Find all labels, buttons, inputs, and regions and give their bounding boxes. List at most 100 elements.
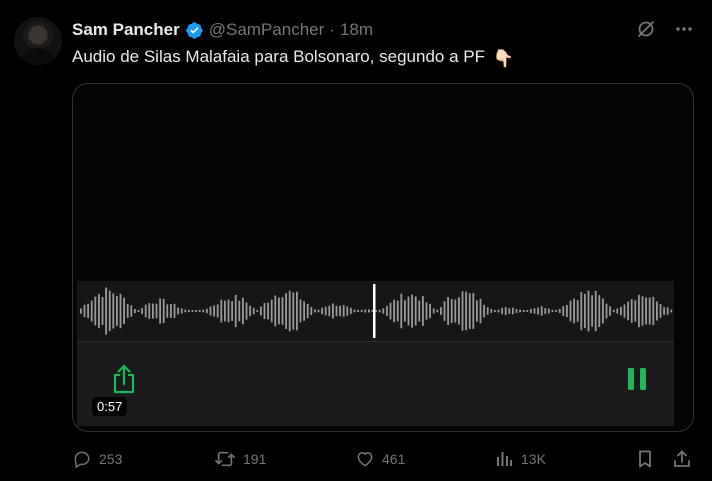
waveform-bar <box>252 307 255 315</box>
waveform-bar <box>605 303 608 319</box>
waveform-bar <box>659 304 662 318</box>
waveform-bar <box>425 302 428 320</box>
waveform-bar <box>566 304 568 318</box>
waveform-bar <box>638 294 640 328</box>
more-icon[interactable] <box>674 19 694 39</box>
waveform-bar <box>620 306 622 316</box>
waveform-bar <box>281 297 284 325</box>
waveform-bar <box>497 309 500 313</box>
waveform-bar <box>80 308 82 314</box>
share-tweet-button[interactable] <box>672 449 692 469</box>
waveform-bar <box>634 300 637 322</box>
waveform-bar <box>382 308 385 314</box>
waveform[interactable] <box>77 281 674 341</box>
waveform-bar <box>404 300 406 322</box>
waveform-bar <box>645 297 647 325</box>
waveform-bar <box>400 293 403 329</box>
waveform-bar <box>562 306 565 316</box>
waveform-bar <box>87 303 89 319</box>
waveform-band[interactable] <box>77 281 674 342</box>
waveform-bar <box>242 297 244 325</box>
waveform-bar <box>260 306 262 316</box>
waveform-bar <box>652 296 655 326</box>
waveform-bar <box>130 305 133 317</box>
views-count: 13K <box>521 451 546 467</box>
pause-icon <box>628 368 646 390</box>
waveform-bar <box>587 290 590 332</box>
waveform-bar <box>386 306 388 316</box>
waveform-bar <box>159 298 161 324</box>
bookmark-button[interactable] <box>635 449 655 469</box>
waveform-bar <box>220 299 223 323</box>
tweet-header: Sam Pancher @SamPancher · 18m <box>72 18 373 42</box>
audio-player[interactable] <box>77 281 674 426</box>
playhead[interactable] <box>373 284 376 338</box>
waveform-bar <box>548 308 550 314</box>
waveform-bar <box>317 309 320 313</box>
verified-badge-svg <box>185 21 203 39</box>
waveform-bar <box>245 302 248 320</box>
waveform-bar <box>576 300 579 322</box>
waveform-bar <box>90 300 93 322</box>
waveform-bar <box>486 307 489 315</box>
waveform-bar <box>447 297 449 325</box>
reply-action[interactable]: 253 <box>72 449 122 469</box>
waveform-bar <box>324 306 327 316</box>
waveform-bar <box>148 303 151 319</box>
waveform-bar <box>119 293 122 329</box>
audio-media-card[interactable]: 0:57 <box>72 83 694 432</box>
waveform-bar <box>98 293 100 329</box>
waveform-bar <box>238 300 241 322</box>
waveform-bar <box>670 309 673 313</box>
waveform-bar <box>299 299 302 323</box>
waveform-bar <box>598 295 601 327</box>
waveform-bar <box>339 305 341 317</box>
waveform-bar <box>306 303 309 319</box>
repost-count: 191 <box>243 451 267 467</box>
waveform-bar <box>342 305 345 317</box>
waveform-bar <box>458 297 460 325</box>
waveform-bar <box>134 309 136 314</box>
waveform-bar <box>414 296 417 326</box>
waveform-bar <box>411 294 413 328</box>
waveform-bar <box>544 308 547 314</box>
pointing-down-emoji: 👇🏻 <box>492 49 514 68</box>
pause-button[interactable] <box>624 365 650 393</box>
waveform-bar <box>332 303 334 319</box>
views-action[interactable]: 13K <box>494 449 546 469</box>
like-action[interactable]: 461 <box>355 449 405 469</box>
waveform-bar <box>335 305 338 317</box>
waveform-bar <box>184 309 187 313</box>
waveform-bar <box>350 307 352 315</box>
waveform-bar <box>274 295 277 327</box>
bookmark-icon <box>639 450 651 468</box>
waveform-bar <box>126 304 129 318</box>
waveform-bar <box>656 301 658 321</box>
waveform-bar <box>137 310 140 312</box>
waveform-bar <box>224 300 226 322</box>
reply-icon <box>74 451 90 468</box>
verified-badge-icon[interactable] <box>185 21 204 40</box>
waveform-bar <box>476 300 478 322</box>
waveform-bar <box>551 309 554 312</box>
grok-icon[interactable] <box>636 19 656 39</box>
share-icon <box>113 364 135 394</box>
timestamp[interactable]: 18m <box>340 20 373 40</box>
waveform-bar <box>393 299 395 323</box>
waveform-bar <box>213 305 215 317</box>
share-button[interactable] <box>109 363 139 395</box>
repost-action[interactable]: 191 <box>214 449 266 469</box>
waveform-bar <box>94 296 97 326</box>
handle[interactable]: @SamPancher <box>209 20 325 40</box>
waveform-bar <box>537 307 539 315</box>
waveform-bar <box>648 297 651 325</box>
waveform-bar <box>522 310 525 312</box>
waveform-bar <box>450 299 453 324</box>
waveform-bar <box>141 308 143 314</box>
waveform-bar <box>612 309 615 313</box>
display-name[interactable]: Sam Pancher <box>72 20 180 40</box>
avatar[interactable] <box>14 17 62 65</box>
waveform-bar <box>123 297 125 325</box>
waveform-bar <box>249 305 251 317</box>
waveform-bar <box>594 290 597 332</box>
